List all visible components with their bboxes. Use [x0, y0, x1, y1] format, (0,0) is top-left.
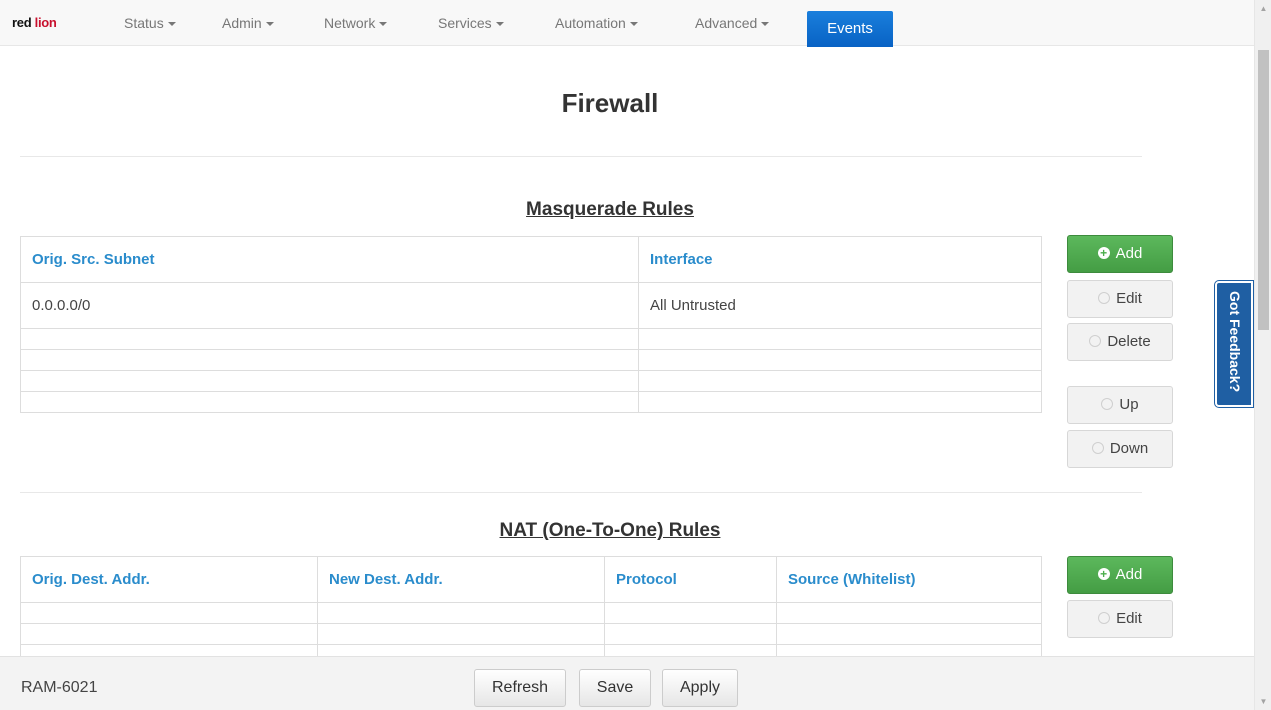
table-row[interactable]	[20, 370, 1042, 392]
cell-orig-src-subnet: 0.0.0.0/0	[20, 282, 639, 329]
page-title: Firewall	[561, 88, 659, 118]
nav-advanced-label: Advanced	[695, 15, 758, 31]
nav-network[interactable]: Network	[324, 0, 388, 46]
minus-circle-icon	[1089, 335, 1102, 347]
masquerade-edit-button[interactable]: Edit	[1067, 280, 1173, 318]
redlion-logo[interactable]: red lion	[12, 15, 57, 30]
chevron-down-icon	[629, 22, 638, 27]
chevron-down-icon	[379, 22, 388, 27]
feedback-label: Got Feedback?	[1227, 291, 1243, 393]
table-header-row: Orig. Src. Subnet Interface	[20, 236, 1042, 283]
column-header-new-dest-addr[interactable]: New Dest. Addr.	[317, 556, 605, 603]
chevron-down-icon	[761, 22, 770, 27]
logo-text-red: red	[12, 15, 32, 30]
divider	[20, 156, 1142, 157]
add-label: Add	[1115, 245, 1143, 262]
scrollbar-thumb[interactable]	[1258, 50, 1269, 330]
nav-automation[interactable]: Automation	[555, 0, 638, 46]
nat-add-button[interactable]: Add	[1067, 556, 1173, 594]
nav-advanced[interactable]: Advanced	[695, 0, 770, 46]
table-row[interactable]: 0.0.0.0/0 All Untrusted	[20, 282, 1042, 329]
arrow-up-icon	[1101, 398, 1114, 410]
masquerade-add-button[interactable]: Add	[1067, 235, 1173, 273]
refresh-button[interactable]: Refresh	[474, 669, 566, 707]
masquerade-up-button[interactable]: Up	[1067, 386, 1173, 424]
table-row[interactable]	[20, 349, 1042, 371]
table-row[interactable]	[20, 328, 1042, 350]
nav-admin[interactable]: Admin	[222, 0, 274, 46]
nav-status[interactable]: Status	[124, 0, 176, 46]
column-header-protocol[interactable]: Protocol	[604, 556, 777, 603]
divider	[20, 492, 1142, 493]
masquerade-rules-table: Orig. Src. Subnet Interface 0.0.0.0/0 Al…	[20, 236, 1042, 413]
vertical-scrollbar[interactable]: ▲ ▼	[1254, 0, 1271, 710]
up-label: Up	[1119, 396, 1139, 413]
chevron-down-icon	[167, 22, 176, 27]
column-header-source-whitelist[interactable]: Source (Whitelist)	[776, 556, 1042, 603]
scroll-up-arrow-icon[interactable]: ▲	[1255, 0, 1271, 17]
masquerade-down-button[interactable]: Down	[1067, 430, 1173, 468]
chevron-down-icon	[265, 22, 274, 27]
nav-services[interactable]: Services	[438, 0, 504, 46]
edit-label: Edit	[1116, 290, 1142, 307]
edit-label: Edit	[1116, 610, 1142, 627]
masquerade-delete-button[interactable]: Delete	[1067, 323, 1173, 361]
logo-text-lion: lion	[34, 15, 57, 30]
footer-bar: RAM-6021 Refresh Save Apply	[0, 656, 1254, 710]
nav-events[interactable]: Events	[807, 11, 893, 47]
edit-icon	[1098, 292, 1111, 304]
nat-edit-button[interactable]: Edit	[1067, 600, 1173, 638]
save-button[interactable]: Save	[579, 669, 651, 707]
top-navbar: red lion Status Admin Network Services A…	[0, 0, 1254, 47]
arrow-down-icon	[1091, 442, 1104, 454]
nav-automation-label: Automation	[555, 15, 626, 31]
nav-status-label: Status	[124, 15, 164, 31]
table-row[interactable]	[20, 391, 1042, 413]
nav-admin-label: Admin	[222, 15, 262, 31]
nat-section-title: NAT (One-To-One) Rules	[499, 520, 721, 541]
table-row[interactable]	[20, 623, 1042, 645]
nat-rules-table: Orig. Dest. Addr. New Dest. Addr. Protoc…	[20, 556, 1042, 666]
device-name: RAM-6021	[21, 679, 98, 696]
cell-interface: All Untrusted	[638, 282, 1042, 329]
masquerade-section-title: Masquerade Rules	[526, 199, 694, 220]
scroll-down-arrow-icon[interactable]: ▼	[1255, 693, 1271, 710]
plus-circle-icon	[1097, 564, 1110, 584]
app-root: red lion Status Admin Network Services A…	[0, 0, 1271, 710]
nav-network-label: Network	[324, 15, 376, 31]
table-row[interactable]	[20, 602, 1042, 624]
apply-button[interactable]: Apply	[662, 669, 738, 707]
plus-circle-icon	[1097, 243, 1110, 263]
nav-services-label: Services	[438, 15, 492, 31]
chevron-down-icon	[495, 22, 504, 27]
delete-label: Delete	[1107, 333, 1151, 350]
down-label: Down	[1109, 440, 1149, 457]
edit-icon	[1098, 612, 1111, 624]
column-header-orig-src-subnet[interactable]: Orig. Src. Subnet	[20, 236, 639, 283]
table-header-row: Orig. Dest. Addr. New Dest. Addr. Protoc…	[20, 556, 1042, 603]
add-label: Add	[1115, 566, 1143, 583]
feedback-tab[interactable]: Got Feedback?	[1214, 280, 1254, 408]
column-header-orig-dest-addr[interactable]: Orig. Dest. Addr.	[20, 556, 318, 603]
column-header-interface[interactable]: Interface	[638, 236, 1042, 283]
